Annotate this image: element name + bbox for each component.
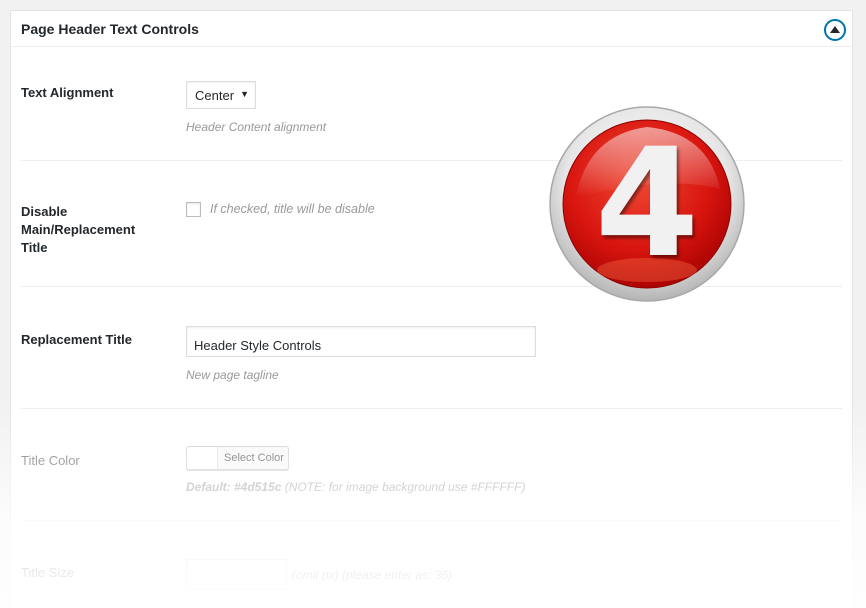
replacement-title-input[interactable] xyxy=(186,326,536,357)
replacement-title-label: Replacement Title xyxy=(21,332,133,347)
disable-title-label: Disable Main/Replacement Title xyxy=(21,204,136,255)
text-alignment-description: Header Content alignment xyxy=(186,120,327,134)
panel-header[interactable]: Page Header Text Controls xyxy=(11,11,852,47)
disable-title-description: If checked, title will be disable xyxy=(210,202,375,216)
title-color-label: Title Color xyxy=(21,453,80,468)
text-alignment-selected-value: Center xyxy=(195,88,235,103)
collapse-toggle-icon[interactable] xyxy=(824,19,846,41)
text-alignment-label: Text Alignment xyxy=(21,85,114,100)
meta-box-panel: Page Header Text Controls Text Alignment… xyxy=(10,10,853,608)
title-size-input[interactable] xyxy=(186,559,287,590)
text-alignment-select[interactable]: Center ▼ xyxy=(186,81,256,109)
title-color-description: Default: #4d515c (NOTE: for image backgr… xyxy=(186,480,525,494)
step-number-badge: 4 xyxy=(548,105,746,303)
divider xyxy=(21,408,842,409)
title-size-label: Title Size xyxy=(21,565,74,580)
divider xyxy=(21,520,842,521)
chevron-down-icon: ▼ xyxy=(240,89,249,99)
title-color-note: (NOTE: for image background use #FFFFFF) xyxy=(281,480,526,494)
title-color-default: Default: #4d515c xyxy=(186,480,282,494)
panel-title: Page Header Text Controls xyxy=(21,21,199,37)
color-swatch xyxy=(187,447,218,469)
disable-title-checkbox[interactable] xyxy=(186,202,201,217)
select-color-button-label: Select Color xyxy=(224,452,284,464)
replacement-title-description: New page tagline xyxy=(186,368,279,382)
select-color-button[interactable]: Select Color xyxy=(186,446,289,470)
title-size-description: (omit px) (please enter as: 36) xyxy=(292,568,453,582)
badge-number: 4 xyxy=(594,117,700,291)
